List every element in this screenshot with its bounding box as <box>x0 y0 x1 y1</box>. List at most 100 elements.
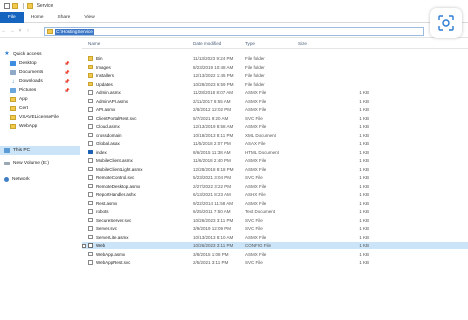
folder-icon <box>10 97 16 102</box>
address-field[interactable]: C:\HostingService <box>44 27 424 36</box>
file-row[interactable]: Bin 11/13/2023 9:24 PM File folder <box>82 55 468 62</box>
pin-icon: 📌 <box>64 61 70 66</box>
file-name: WebApp.asmx <box>96 251 126 257</box>
file-date-modified: 12/13/2019 8:58 AM <box>193 124 234 130</box>
file-row[interactable]: Global.asax 11/5/2018 2:07 PM ASAX File 1 K… <box>82 140 468 147</box>
file-type: ASMX File <box>245 183 267 189</box>
nav-item-cert[interactable]: Cert <box>10 104 28 113</box>
file-row[interactable]: MobileClientLight.asmx 12/28/2018 8:18 PM… <box>82 166 468 173</box>
file-date-modified: 3/9/2019 12:09 PM <box>193 226 232 232</box>
file-row[interactable]: SecureServer.svc 10/26/2023 3:11 PM SVC Fi… <box>82 217 468 224</box>
nav-item-downloads[interactable]: ↓ Downloads <box>10 77 43 86</box>
properties-icon[interactable] <box>4 3 10 9</box>
file-icon <box>88 175 93 180</box>
file-type: HTML Document <box>245 149 279 155</box>
file-name: RemoteDesktop.asmx <box>96 183 141 189</box>
window-title: Service <box>36 3 54 9</box>
file-type: ASMX File <box>245 200 267 206</box>
new-folder-icon[interactable] <box>12 3 18 9</box>
tab-share[interactable]: Share <box>51 12 78 23</box>
file-row[interactable]: Updates 10/28/2023 6:59 PM File folder <box>82 81 468 88</box>
tab-view[interactable]: View <box>77 12 101 23</box>
file-size: 1 KB <box>359 107 369 113</box>
file-name: Web <box>96 243 106 249</box>
nav-item-webapp[interactable]: WebApp <box>10 122 37 131</box>
nav-item-vsave-license[interactable]: VSAVELicenseFile <box>10 113 59 122</box>
file-name: Rest.asmx <box>96 200 118 206</box>
file-icon <box>88 200 93 206</box>
file-date-modified: 2/5/2021 3:11 PM <box>193 260 229 266</box>
file-date-modified: 12/28/2018 8:18 PM <box>193 166 234 172</box>
nav-item-documents[interactable]: Documents <box>10 68 43 77</box>
file-date-modified: 2/27/2022 3:22 PM <box>193 183 232 189</box>
folder-icon <box>47 29 53 34</box>
file-type: ASMX File <box>245 251 267 257</box>
file-icon <box>88 141 93 146</box>
file-row[interactable]: RemoteControl.svc 5/23/2021 3:04 PM SVC Fi… <box>82 174 468 181</box>
tab-file[interactable]: File <box>0 11 24 23</box>
back-icon[interactable]: ← <box>0 28 8 34</box>
file-type: File folder <box>245 64 265 70</box>
file-icon <box>88 260 93 265</box>
column-name[interactable]: Name <box>88 41 100 46</box>
file-size: 1 KB <box>359 90 369 96</box>
nav-item-network[interactable]: Network <box>4 175 30 184</box>
file-type: SVC File <box>245 175 263 181</box>
file-row[interactable]: Images 8/23/2019 10:48 AM File folder <box>82 64 468 71</box>
file-name: ClientPortalRest.svc <box>96 115 137 121</box>
nav-item-label: Cert <box>19 106 29 111</box>
file-row[interactable]: Rest.asmx 9/22/2014 11:58 AM ASMX File 1 KB <box>82 200 468 207</box>
nav-item-app[interactable]: App <box>10 95 28 104</box>
column-size[interactable]: Size <box>298 41 307 46</box>
file-row[interactable]: Cloud.asmx 12/13/2019 8:58 AM ASMX File 1 K… <box>82 123 468 130</box>
forward-icon[interactable]: → <box>8 28 16 34</box>
nav-item-pictures[interactable]: Pictures <box>10 86 36 95</box>
nav-item-this-pc[interactable]: This PC <box>0 146 80 155</box>
column-type[interactable]: Type <box>245 41 255 46</box>
quick-access-separator <box>23 3 24 9</box>
file-type: File folder <box>245 73 265 79</box>
file-row[interactable]: WebAppRest.svc 2/5/2021 3:11 PM SVC File 1 … <box>82 259 468 266</box>
file-date-modified: 10/18/2013 8:11 PM <box>193 132 234 138</box>
file-row[interactable]: Server.svc 3/9/2019 12:09 PM SVC File 1 KB <box>82 225 468 232</box>
file-row[interactable]: index 8/6/2015 11:38 AM HTML Document 1 KB <box>82 149 468 156</box>
file-row[interactable]: ClientPortalRest.svc 5/7/2021 9:20 AM SVC … <box>82 115 468 122</box>
drive-icon <box>4 162 10 165</box>
file-row[interactable]: crossdomain 10/18/2013 8:11 PM XML Documen… <box>82 132 468 139</box>
file-row[interactable]: WebApp.asmx 3/8/2015 1:08 PM ASMX File 1 KB <box>82 251 468 258</box>
row-checkbox[interactable] <box>82 243 86 248</box>
file-row[interactable]: ReportHandler.ashx 6/13/2021 8:23 AM ASHX … <box>82 191 468 198</box>
file-icon <box>88 115 93 121</box>
nav-item-label: Documents <box>19 70 44 75</box>
downloads-icon: ↓ <box>11 78 15 85</box>
file-row[interactable]: Installers 12/13/2022 1:45 PM File folder <box>82 72 468 79</box>
nav-item-label: Pictures <box>19 88 37 93</box>
file-icon <box>88 90 93 95</box>
file-row[interactable]: Web 10/26/2023 3:11 PM CONFIG File 1 KB <box>82 242 468 250</box>
file-name: Updates <box>96 81 113 87</box>
lens-scan-button[interactable] <box>430 8 462 38</box>
file-row[interactable]: MobileClient.asmx 11/6/2018 2:40 PM ASMX F… <box>82 157 468 164</box>
file-type: SVC File <box>245 217 263 223</box>
recent-locations-icon[interactable]: ˅ <box>16 28 24 34</box>
nav-item-label: New Volume (E:) <box>13 161 49 166</box>
file-row[interactable]: Admin.asmx 11/28/2018 8:07 AM ASMX File 1 K… <box>82 89 468 96</box>
nav-item-desktop[interactable]: Desktop <box>10 59 37 68</box>
file-date-modified: 2/11/2017 8:55 AM <box>193 98 231 104</box>
file-size: 1 KB <box>359 149 369 155</box>
file-row[interactable]: API.asmx 2/8/2012 12:02 PM ASMX File 1 KB <box>82 106 468 113</box>
nav-item-label: App <box>19 97 28 102</box>
title-bar: Service <box>0 0 468 12</box>
address-path[interactable]: C:\HostingService <box>55 28 94 35</box>
nav-item-new-volume[interactable]: New Volume (E:) <box>4 159 49 168</box>
file-size: 1 KB <box>359 234 369 240</box>
up-icon[interactable]: ↑ <box>24 28 32 34</box>
nav-item-quick-access[interactable]: ★ Quick access <box>4 50 41 59</box>
file-row[interactable]: ServerLite.asmx 10/13/2013 8:10 AM ASMX Fi… <box>82 234 468 241</box>
file-row[interactable]: RemoteDesktop.asmx 2/27/2022 3:22 PM ASMX … <box>82 183 468 190</box>
column-date-modified[interactable]: Date modified <box>193 41 221 46</box>
tab-home[interactable]: Home <box>24 12 51 23</box>
pictures-icon <box>10 88 16 93</box>
file-row[interactable]: AdminAPI.asmx 2/11/2017 8:55 AM ASMX File 1… <box>82 98 468 105</box>
file-row[interactable]: robots 6/25/2011 7:50 AM Text Document 1 KB <box>82 208 468 215</box>
